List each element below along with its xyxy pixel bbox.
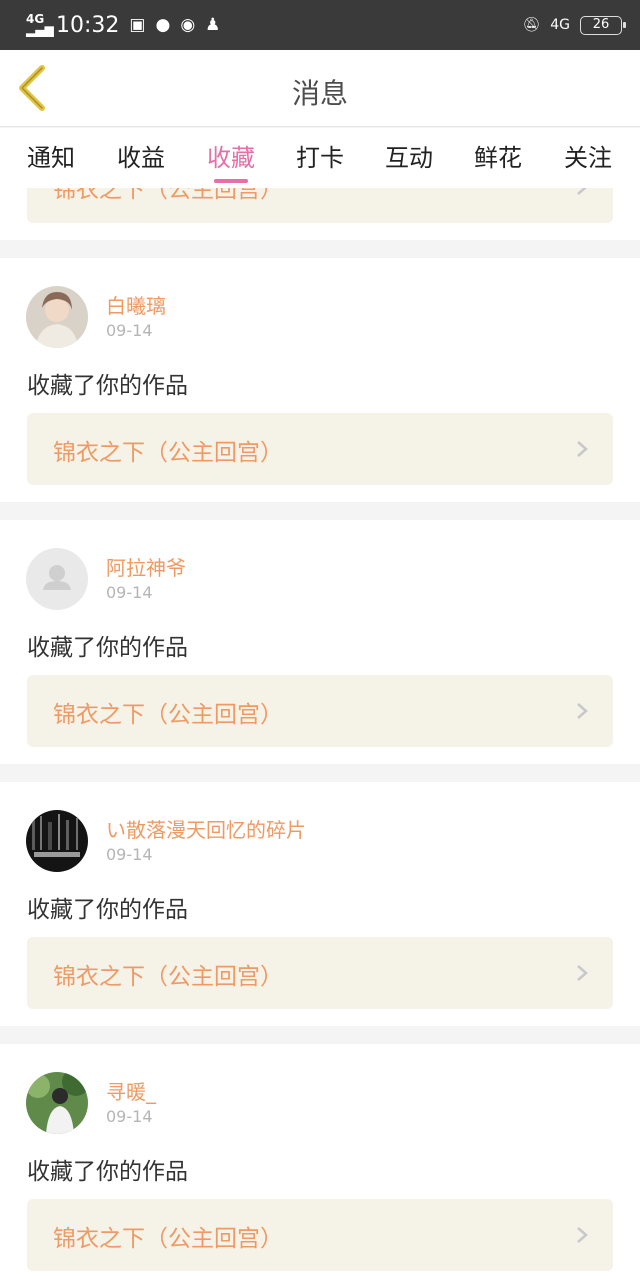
user-name[interactable]: い散落漫天回忆的碎片 <box>106 814 306 843</box>
timestamp: 09-14 <box>106 321 153 340</box>
network-type-left: 4G <box>26 12 45 26</box>
work-link[interactable]: 锦衣之下（公主回宫） <box>27 675 613 747</box>
work-link[interactable]: 锦衣之下（公主回宫） <box>27 188 613 223</box>
avatar[interactable] <box>26 286 88 348</box>
list-item: 寻暖_ 09-14 收藏了你的作品 锦衣之下（公主回宫） <box>0 1044 640 1276</box>
work-link[interactable]: 锦衣之下（公主回宫） <box>27 413 613 485</box>
action-text: 收藏了你的作品 <box>27 1159 188 1185</box>
work-title: 锦衣之下（公主回宫） <box>53 440 283 466</box>
timestamp: 09-14 <box>106 583 153 602</box>
status-time: 10:32 <box>56 12 120 38</box>
user-name[interactable]: 白曦璃 <box>106 290 166 319</box>
qq-notification-icon: ♟ <box>205 15 221 35</box>
message-list: 锦衣之下（公主回宫） 白曦璃 09-14 收藏了你的作品 锦衣之下（公主回宫） <box>0 188 640 1276</box>
chevron-right-icon <box>577 703 588 719</box>
work-title: 锦衣之下（公主回宫） <box>53 964 283 990</box>
chat-notification-icon: ◉ <box>180 15 196 35</box>
chevron-right-icon <box>577 965 588 981</box>
battery-level: 26 <box>592 16 610 32</box>
action-text: 收藏了你的作品 <box>27 373 188 399</box>
user-name[interactable]: 阿拉神爷 <box>106 552 186 581</box>
action-text: 收藏了你的作品 <box>27 635 188 661</box>
tab-following[interactable]: 关注 <box>548 138 628 173</box>
chevron-right-icon <box>577 1227 588 1243</box>
work-title: 锦衣之下（公主回宫） <box>53 702 283 728</box>
list-item: 阿拉神爷 09-14 收藏了你的作品 锦衣之下（公主回宫） <box>0 520 640 764</box>
tab-flowers[interactable]: 鲜花 <box>458 138 538 173</box>
default-user-icon <box>26 548 88 610</box>
network-type-right: 4G <box>550 17 570 33</box>
action-text: 收藏了你的作品 <box>27 897 188 923</box>
signal-icon: 4G ▂▄▆ <box>26 12 54 37</box>
work-title: 锦衣之下（公主回宫） <box>53 188 283 203</box>
tab-favorites[interactable]: 收藏 <box>191 138 271 183</box>
work-title: 锦衣之下（公主回宫） <box>53 1226 283 1252</box>
avatar[interactable] <box>26 1072 88 1134</box>
tab-interaction[interactable]: 互动 <box>369 138 449 173</box>
chevron-right-icon <box>577 441 588 457</box>
work-link[interactable]: 锦衣之下（公主回宫） <box>27 937 613 1009</box>
tab-bar: 通知 收益 收藏 打卡 互动 鲜花 关注 <box>0 128 640 188</box>
muted-bell-icon: 🔕︎ <box>522 17 541 33</box>
list-item: い散落漫天回忆的碎片 09-14 收藏了你的作品 锦衣之下（公主回宫） <box>0 782 640 1026</box>
tab-checkin[interactable]: 打卡 <box>280 138 360 173</box>
header: 消息 <box>0 50 640 127</box>
status-bar: 4G ▂▄▆ 10:32 ▣ ● ◉ ♟ 🔕︎ 4G 26 <box>0 0 640 50</box>
image-notification-icon: ▣ <box>129 15 146 35</box>
battery-icon: 26 <box>580 15 626 35</box>
avatar[interactable] <box>26 810 88 872</box>
browser-notification-icon: ● <box>155 15 171 35</box>
work-link[interactable]: 锦衣之下（公主回宫） <box>27 1199 613 1271</box>
avatar[interactable] <box>26 548 88 610</box>
timestamp: 09-14 <box>106 845 153 864</box>
tab-earnings[interactable]: 收益 <box>101 138 181 173</box>
user-name[interactable]: 寻暖_ <box>106 1076 156 1105</box>
list-item: 锦衣之下（公主回宫） <box>0 188 640 240</box>
timestamp: 09-14 <box>106 1107 153 1126</box>
chevron-right-icon <box>577 188 587 195</box>
tab-notifications[interactable]: 通知 <box>11 138 91 173</box>
page-title: 消息 <box>291 77 348 110</box>
list-item: 白曦璃 09-14 收藏了你的作品 锦衣之下（公主回宫） <box>0 258 640 502</box>
